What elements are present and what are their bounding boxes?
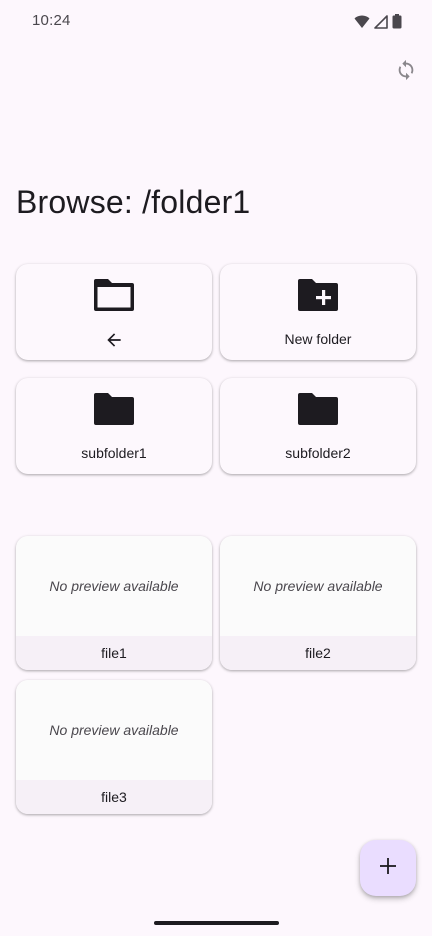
folder-icon: [92, 391, 136, 432]
arrow-back-icon: [104, 330, 124, 355]
status-icons: [354, 14, 402, 29]
new-folder-label: New folder: [284, 331, 352, 347]
file-name: file3: [16, 780, 212, 814]
file-preview: No preview available: [220, 536, 416, 636]
add-icon: [378, 856, 398, 881]
wifi-icon: [354, 15, 370, 29]
folder-card-parent[interactable]: [16, 264, 212, 360]
file-card-file2[interactable]: No preview available file2: [220, 536, 416, 670]
status-bar: 10:24: [0, 0, 432, 44]
battery-icon: [392, 14, 402, 29]
status-time: 10:24: [32, 12, 71, 29]
folder-label: subfolder2: [285, 445, 351, 461]
file-card-file1[interactable]: No preview available file1: [16, 536, 212, 670]
sync-button[interactable]: [392, 58, 420, 86]
sync-icon: [395, 59, 417, 86]
file-preview: No preview available: [16, 680, 212, 780]
file-preview: No preview available: [16, 536, 212, 636]
create-new-folder-icon: [296, 277, 340, 318]
gesture-bar[interactable]: [154, 921, 279, 925]
folder-icon: [296, 391, 340, 432]
signal-icon: [374, 14, 388, 29]
screen: 10:24 Browse: /folder1 New folder subfol…: [0, 0, 432, 936]
folder-card-subfolder1[interactable]: subfolder1: [16, 378, 212, 474]
page-title: Browse: /folder1: [16, 184, 251, 220]
file-card-file3[interactable]: No preview available file3: [16, 680, 212, 814]
file-name: file2: [220, 636, 416, 670]
new-folder-button[interactable]: New folder: [220, 264, 416, 360]
folder-outline-icon: [92, 277, 136, 318]
file-name: file1: [16, 636, 212, 670]
folder-label: subfolder1: [81, 445, 147, 461]
folder-card-subfolder2[interactable]: subfolder2: [220, 378, 416, 474]
add-file-fab[interactable]: [360, 840, 416, 896]
